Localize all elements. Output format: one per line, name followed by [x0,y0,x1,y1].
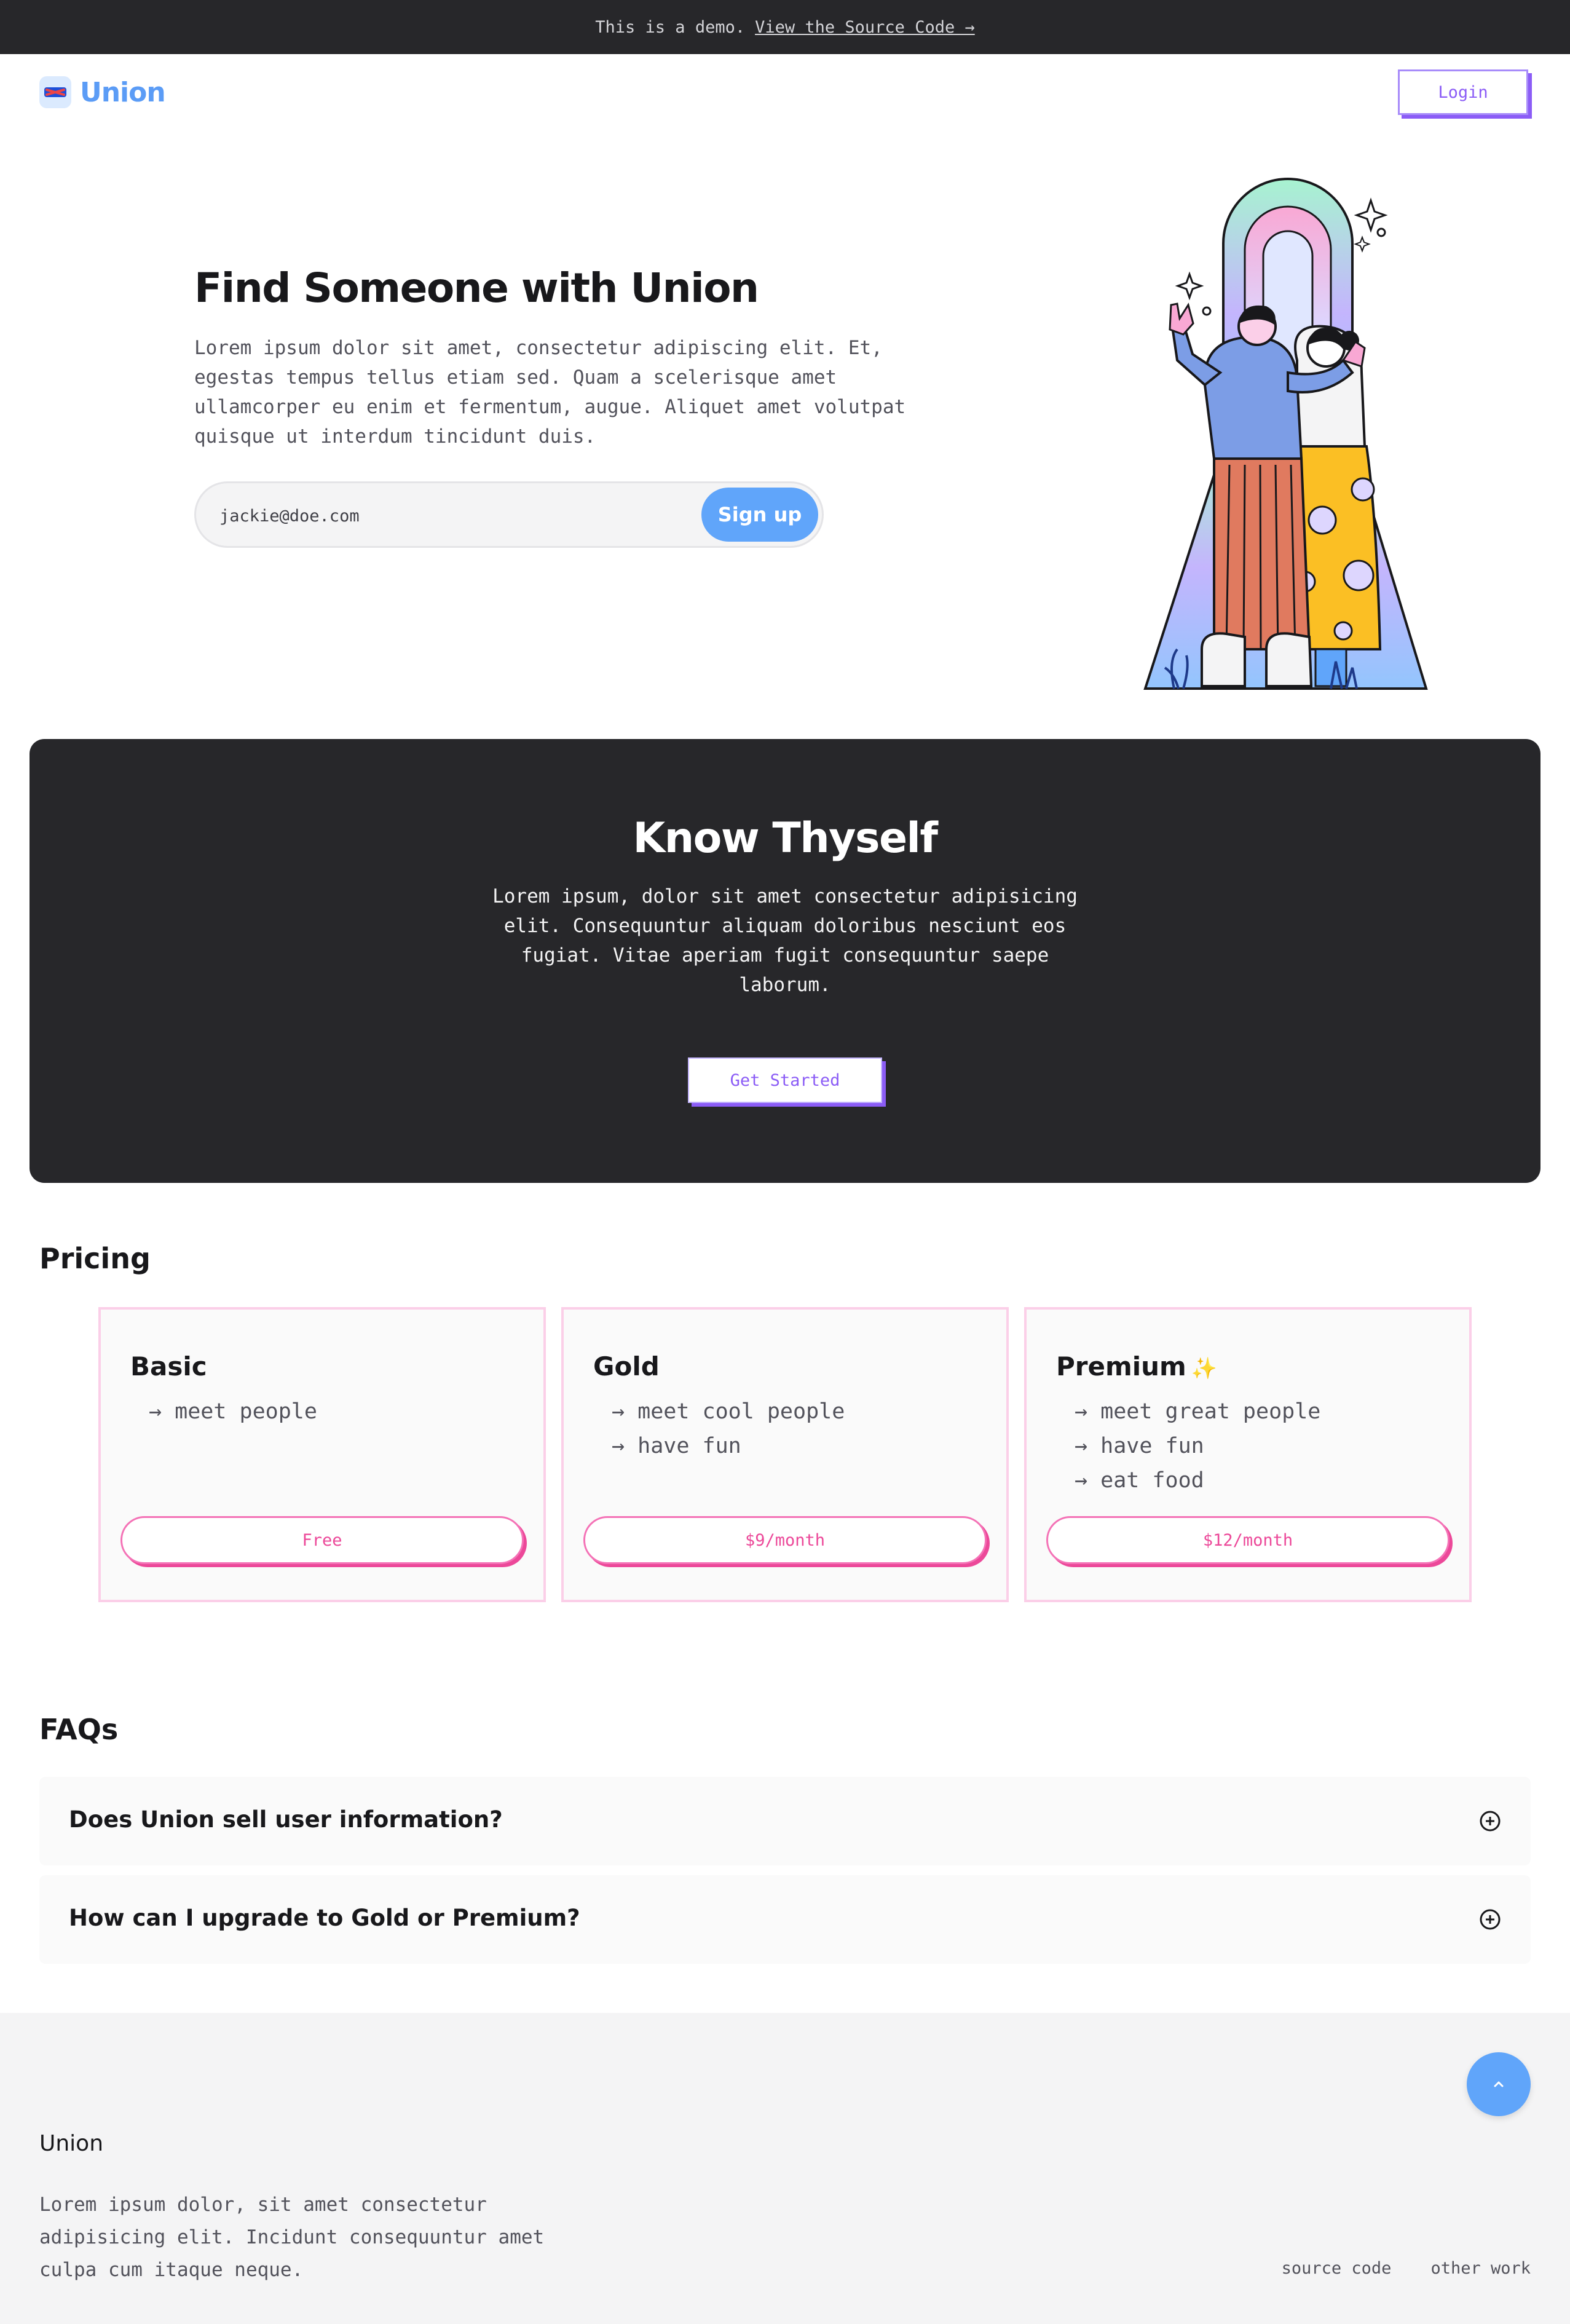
plan-price-button[interactable]: $12/month [1046,1516,1450,1564]
pricing-card-basic: Basic → meet people Free [98,1307,546,1602]
expand-plus-icon[interactable] [1479,1908,1501,1931]
hero-description: Lorem ipsum dolor sit amet, consectetur … [194,337,906,448]
brand-logo[interactable]: Union [39,76,166,108]
plan-price-button[interactable]: Free [120,1516,524,1564]
about-description: Lorem ipsum, dolor sit amet consectetur … [492,885,1078,996]
plan-feature: → meet great people [1075,1399,1321,1424]
plan-price-button[interactable]: $9/month [583,1516,987,1564]
plan-name: Premium ✨ [1056,1351,1218,1381]
couple-illustration [1143,178,1428,690]
footer-description: Lorem ipsum dolor, sit amet consectetur … [39,2194,545,2281]
pricing-card-premium: Premium ✨ → meet great people → have fun … [1024,1307,1472,1602]
chevron-up-icon [1494,2081,1504,2087]
demo-banner: This is a demo. View the Source Code → [0,0,1570,54]
plan-feature: → meet people [149,1399,317,1424]
plan-features: → meet people [149,1394,317,1429]
footer: Union Lorem ipsum dolor, sit amet consec… [0,2013,1570,2324]
plan-name: Gold [593,1351,660,1381]
plan-feature: → have fun [612,1434,741,1458]
get-started-button[interactable]: Get Started [688,1057,882,1103]
expand-plus-icon[interactable] [1479,1810,1501,1832]
faqs-title: FAQs [39,1713,119,1746]
faq-question: Does Union sell user information? [69,1806,503,1833]
other-work-link[interactable]: other work [1430,2259,1531,2278]
signup-button[interactable]: Sign up [701,488,818,542]
plan-feature: → eat food [1075,1468,1204,1493]
demo-banner-text: This is a demo. [595,17,746,37]
signup-form: Sign up [194,481,824,548]
about-title: Know Thyself [633,814,938,863]
brand-name: Union [80,76,166,108]
plan-feature: → meet cool people [612,1399,845,1424]
footer-brand: Union [39,2131,104,2156]
faq-item[interactable]: How can I upgrade to Gold or Premium? [39,1875,1531,1964]
footer-links: source code other work [1282,2259,1531,2278]
about-section: Know Thyself Lorem ipsum, dolor sit amet… [30,739,1540,1183]
union-logo-icon [39,76,71,108]
view-source-link[interactable]: View the Source Code → [755,18,975,37]
scroll-to-top-button[interactable] [1467,2052,1531,2116]
login-button[interactable]: Login [1398,69,1528,115]
plan-features: → meet cool people → have fun [612,1394,845,1463]
plan-features: → meet great people → have fun → eat foo… [1075,1394,1320,1498]
faq-item[interactable]: Does Union sell user information? [39,1777,1531,1865]
pricing-card-gold: Gold → meet cool people → have fun $9/mo… [561,1307,1009,1602]
plan-name: Basic [130,1351,207,1381]
source-code-link[interactable]: source code [1282,2259,1392,2278]
sparkle-icon: ✨ [1191,1356,1218,1381]
hero-title: Find Someone with Union [194,264,759,312]
pricing-title: Pricing [39,1242,151,1275]
email-field[interactable] [218,500,688,531]
plan-feature: → have fun [1075,1434,1204,1458]
faq-question: How can I upgrade to Gold or Premium? [69,1905,580,1931]
